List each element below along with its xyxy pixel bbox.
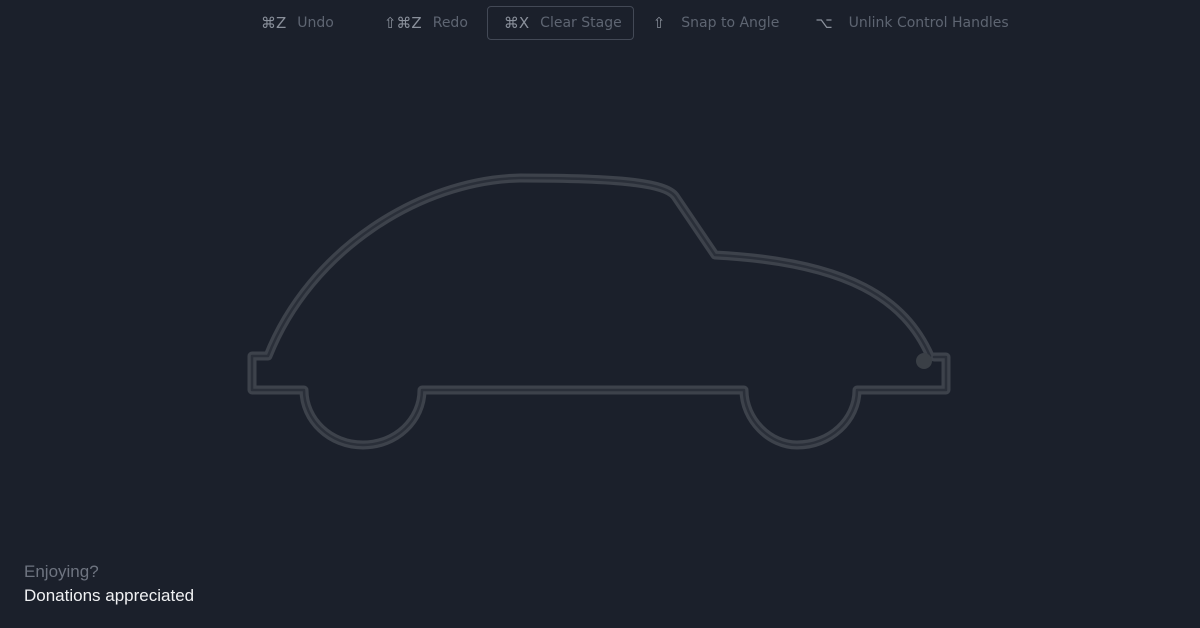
donations-link[interactable]: Donations appreciated	[24, 584, 194, 608]
donation-footer: Enjoying? Donations appreciated	[24, 560, 194, 608]
car-drawing-canvas[interactable]	[0, 0, 1200, 628]
car-inner-line	[250, 176, 948, 447]
car-outline-path[interactable]	[247, 173, 951, 450]
enjoying-question: Enjoying?	[24, 562, 99, 581]
drawing-stage[interactable]: ⌘Z Undo ⇧⌘Z Redo ⌘X Clear Stage ⇧ Snap t…	[0, 0, 1200, 628]
control-handle-icon[interactable]	[916, 353, 932, 369]
